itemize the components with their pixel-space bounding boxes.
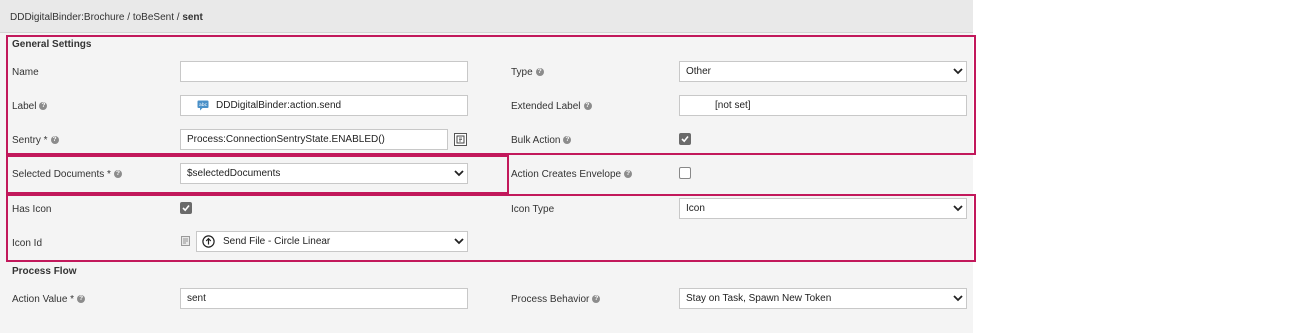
help-icon[interactable]: ? (113, 170, 122, 178)
action-value-input[interactable]: sent (180, 288, 468, 309)
sentry-editor-icon[interactable] (454, 133, 467, 146)
process-behavior-select[interactable]: Stay on Task, Spawn New Token (679, 288, 967, 309)
breadcrumb-path: DDDigitalBinder:Brochure / toBeSent / (10, 12, 183, 23)
name-input[interactable] (180, 61, 468, 82)
bulk-action-label: Bulk Action? (511, 133, 572, 147)
action-creates-envelope-checkbox[interactable] (679, 167, 691, 179)
help-icon[interactable]: ? (563, 136, 572, 144)
section-title-general: General Settings (12, 39, 92, 50)
action-creates-envelope-label: Action Creates Envelope? (511, 167, 633, 181)
type-label: Type? (511, 65, 544, 79)
label-label: Label? (12, 99, 48, 113)
icon-type-select[interactable]: Icon (679, 198, 967, 219)
chevron-down-icon (451, 231, 467, 252)
sentry-input[interactable]: Process:ConnectionSentryState.ENABLED() (180, 129, 448, 150)
bulk-action-checkbox[interactable] (679, 133, 691, 145)
icon-type-label: Icon Type (511, 203, 555, 215)
has-icon-label: Has Icon (12, 203, 52, 215)
breadcrumb-current: sent (182, 12, 203, 23)
process-behavior-label: Process Behavior? (511, 292, 601, 306)
name-label: Name (12, 66, 39, 78)
selected-documents-label: Selected Documents *? (12, 167, 122, 181)
chevron-down-icon (451, 163, 467, 184)
section-title-process-flow: Process Flow (12, 266, 77, 277)
help-icon[interactable]: ? (624, 170, 633, 178)
chevron-down-icon (950, 288, 966, 309)
icon-preview-icon (181, 236, 190, 246)
extended-label-input[interactable]: [not set] (679, 95, 967, 116)
form-panel: DDDigitalBinder:Brochure / toBeSent / se… (0, 0, 976, 333)
help-icon[interactable]: ? (592, 295, 601, 303)
label-input[interactable]: abc DDDigitalBinder:action.send (180, 95, 468, 116)
help-icon[interactable]: ? (77, 295, 86, 303)
title-bar: DDDigitalBinder:Brochure / toBeSent / se… (0, 0, 973, 33)
has-icon-checkbox[interactable] (180, 202, 192, 214)
help-icon[interactable]: ? (39, 102, 48, 110)
help-icon[interactable]: ? (50, 136, 59, 144)
sentry-label: Sentry *? (12, 133, 59, 147)
send-file-circle-icon (202, 235, 215, 248)
type-select[interactable]: Other (679, 61, 967, 82)
help-icon[interactable]: ? (583, 102, 592, 110)
translation-icon: abc (197, 100, 209, 111)
help-icon[interactable]: ? (535, 68, 544, 76)
svg-text:abc: abc (199, 102, 208, 108)
action-value-label: Action Value *? (12, 292, 86, 306)
extended-label-label: Extended Label? (511, 99, 592, 113)
icon-id-label: Icon Id (12, 237, 43, 249)
breadcrumb: DDDigitalBinder:Brochure / toBeSent / se… (10, 12, 203, 23)
icon-id-select[interactable]: Send File - Circle Linear (196, 231, 468, 252)
chevron-down-icon (950, 61, 966, 82)
chevron-down-icon (950, 198, 966, 219)
selected-documents-select[interactable]: $selectedDocuments (180, 163, 468, 184)
